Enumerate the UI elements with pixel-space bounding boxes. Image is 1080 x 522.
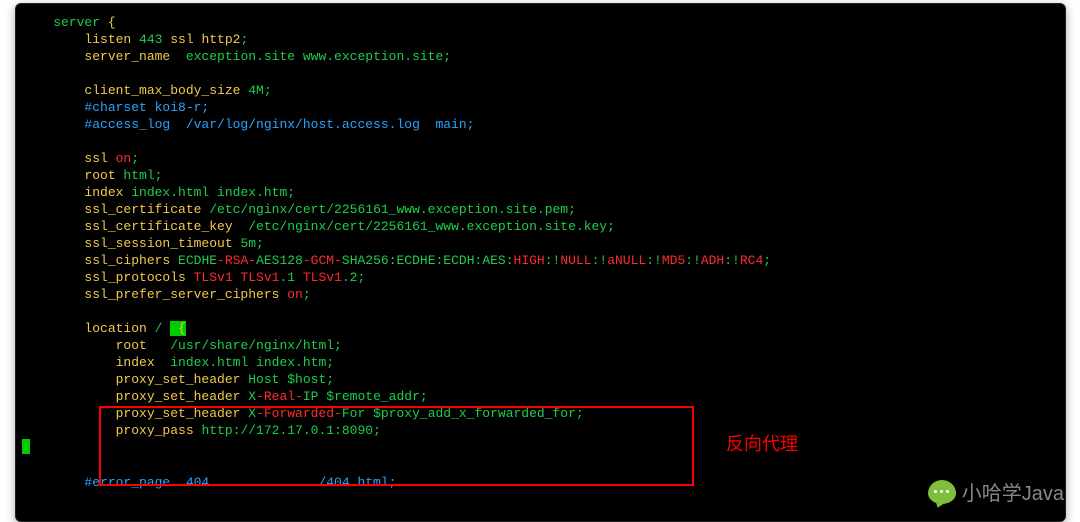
screenshot-frame: server { listen 443 ssl http2; server_na… xyxy=(15,3,1066,522)
cursor xyxy=(22,439,30,454)
watermark: 小哈学Java xyxy=(928,477,1064,506)
highlight-box xyxy=(99,406,694,486)
terminal: server { listen 443 ssl http2; server_na… xyxy=(22,10,1065,521)
watermark-text: 小哈学Java xyxy=(962,477,1064,506)
wechat-icon xyxy=(928,480,956,504)
annotation-label: 反向代理 xyxy=(726,430,798,456)
